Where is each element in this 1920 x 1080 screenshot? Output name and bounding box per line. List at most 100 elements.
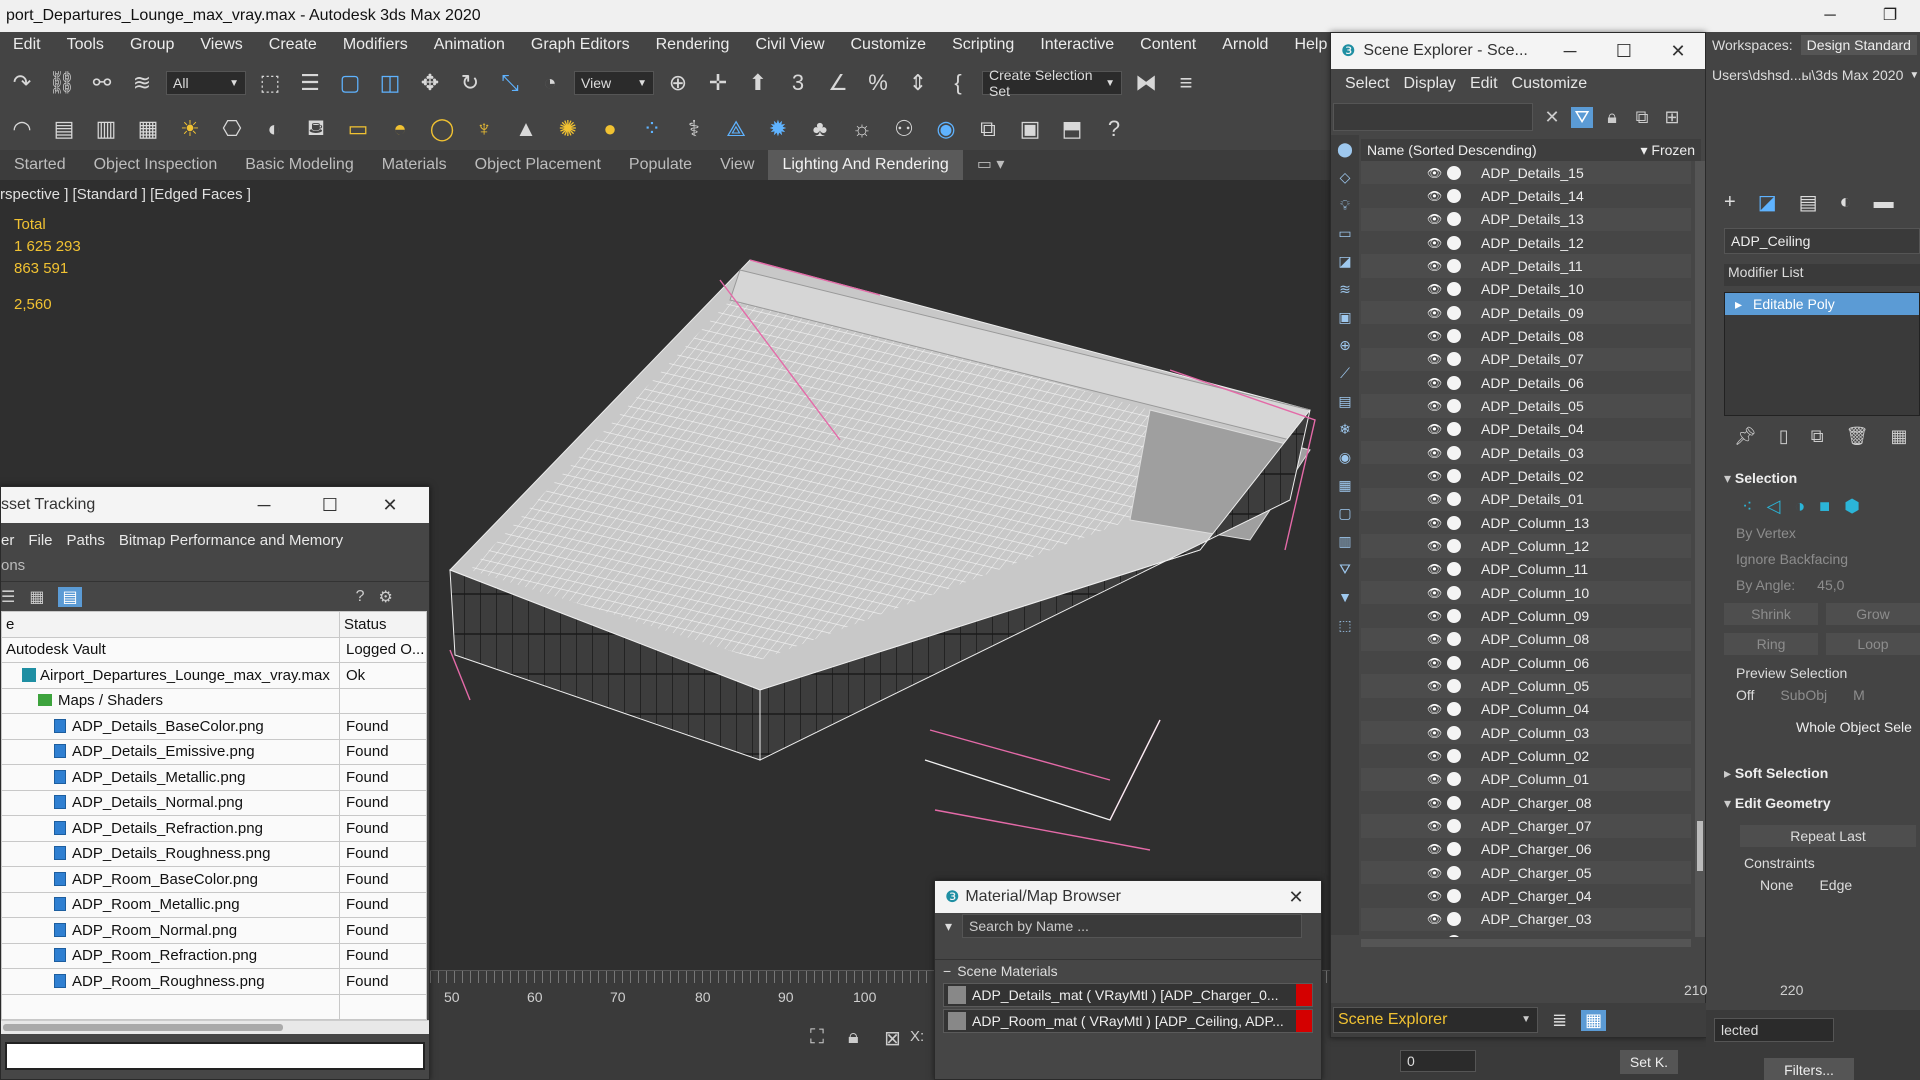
visibility-eye-icon[interactable]: 👁︎ xyxy=(1427,189,1442,203)
visibility-eye-icon[interactable]: 👁︎ xyxy=(1427,912,1442,926)
isolate-icon[interactable]: ⛶ xyxy=(810,1026,824,1049)
close-icon[interactable]: ✕ xyxy=(1271,881,1321,913)
menu-tools[interactable]: Tools xyxy=(54,36,117,54)
soft-selection-rollout[interactable]: Soft Selection xyxy=(1724,765,1920,787)
layer-explorer-icon[interactable]: ≣ xyxy=(1552,1010,1567,1031)
column-name[interactable]: e xyxy=(1,611,340,638)
scene-object-row[interactable]: 👁︎ ADP_Column_06 xyxy=(1361,651,1691,674)
polygon-icon[interactable]: ■ xyxy=(1819,496,1830,517)
menu-scripting[interactable]: Scripting xyxy=(939,36,1027,54)
lock-icon[interactable]: 🔒︎ xyxy=(1601,107,1623,128)
scene-object-row[interactable]: 👁︎ ADP_Charger_06 xyxy=(1361,838,1691,861)
scene-horizontal-scrollbar[interactable] xyxy=(1361,939,1691,947)
scene-explorer-icon[interactable]: ▦ xyxy=(1581,1009,1607,1031)
ring-button[interactable]: Ring xyxy=(1724,633,1818,655)
visibility-eye-icon[interactable]: 👁︎ xyxy=(1427,539,1442,553)
scene-object-row[interactable]: 👁︎ ADP_Charger_04 xyxy=(1361,884,1691,907)
maximize-icon[interactable]: ☐ xyxy=(305,487,355,523)
pin-stack-icon[interactable]: 📌︎ xyxy=(1734,426,1757,454)
restore-button[interactable]: ❐ xyxy=(1860,0,1920,32)
visibility-eye-icon[interactable]: 👁︎ xyxy=(1427,679,1442,693)
ignore-backfacing-checkbox[interactable]: Ignore Backfacing xyxy=(1736,551,1920,569)
column-frozen[interactable]: ▾ Frozen xyxy=(1641,142,1696,159)
scene-object-row[interactable]: 👁︎ ADP_Column_09 xyxy=(1361,604,1691,627)
named-selection-set-dropdown[interactable]: Create Selection Set ▼ xyxy=(982,67,1122,99)
scene-materials-group[interactable]: − Scene Materials xyxy=(935,959,1321,981)
scene-object-row[interactable]: 👁︎ ADP_Column_04 xyxy=(1361,698,1691,721)
asset-row[interactable]: Airport_Departures_Lounge_max_vray.max Ok xyxy=(1,662,427,689)
menu-animation[interactable]: Animation xyxy=(421,36,518,54)
scene-object-row[interactable]: 👁︎ ADP_Column_03 xyxy=(1361,720,1691,745)
visibility-eye-icon[interactable]: 👁︎ xyxy=(1427,516,1442,530)
link-icon[interactable]: ⛓ xyxy=(46,67,78,99)
chevron-down-icon[interactable]: ▾ xyxy=(945,918,952,935)
asset-horizontal-scrollbar[interactable] xyxy=(1,1020,429,1034)
tab-materials[interactable]: Materials xyxy=(368,150,461,180)
selection-rollout[interactable]: Selection xyxy=(1724,470,1920,492)
render-setup-icon[interactable]: ▤ xyxy=(48,113,80,145)
sphere-light-icon[interactable]: ◯ xyxy=(426,113,458,145)
filters-button[interactable]: Filters... xyxy=(1764,1058,1854,1080)
display-tab-icon[interactable]: ▬ xyxy=(1874,191,1894,214)
filter-icon[interactable]: ⛛ xyxy=(1571,106,1593,128)
batch-render-icon[interactable]: ⬒ xyxy=(1056,113,1088,145)
asset-row[interactable]: ADP_Details_Metallic.png Found xyxy=(1,764,427,791)
minimize-icon[interactable]: ─ xyxy=(239,487,289,523)
preview-multi-radio[interactable]: M xyxy=(1853,687,1865,703)
scene-object-row[interactable]: 👁︎ ADP_Details_15 xyxy=(1361,161,1691,185)
stack-item-editable-poly[interactable]: Editable Poly xyxy=(1725,293,1919,315)
scene-object-row[interactable]: 👁︎ ADP_Charger_03 xyxy=(1361,907,1691,931)
display-lights-icon[interactable]: 💡︎ xyxy=(1331,191,1359,219)
constraint-none-radio[interactable]: None xyxy=(1760,877,1793,893)
menu-create[interactable]: Create xyxy=(256,36,330,54)
scene-object-row[interactable]: 👁︎ ADP_Details_03 xyxy=(1361,440,1691,465)
display-bones-icon[interactable]: ⟋ xyxy=(1331,359,1359,387)
table-view-icon[interactable]: ▦ xyxy=(29,587,44,607)
display-hidden-icon[interactable]: ◉ xyxy=(1331,443,1359,471)
scene-object-row[interactable]: 👁︎ ADP_Details_10 xyxy=(1361,278,1691,301)
asset-row[interactable]: Autodesk Vault Logged O... xyxy=(1,636,427,663)
material-item[interactable]: ADP_Room_mat ( VRayMtl ) [ADP_Ceiling, A… xyxy=(943,1009,1313,1033)
display-containers-icon[interactable]: ▤ xyxy=(1331,387,1359,415)
menu-file[interactable]: File xyxy=(28,532,52,549)
menu-rendering[interactable]: Rendering xyxy=(643,36,743,54)
vertex-icon[interactable]: ⁖ xyxy=(1742,496,1753,517)
asset-row[interactable]: Maps / Shaders xyxy=(1,687,427,714)
select-by-name-icon[interactable]: ☰ xyxy=(294,67,326,99)
scene-object-row[interactable]: 👁︎ ADP_Column_12 xyxy=(1361,534,1691,558)
scene-object-row[interactable]: 👁︎ ADP_Charger_05 xyxy=(1361,860,1691,885)
rect-selection-icon[interactable]: ▢ xyxy=(334,67,366,99)
visibility-eye-icon[interactable]: 👁︎ xyxy=(1427,656,1442,670)
scene-object-row[interactable]: 👁︎ ADP_Column_01 xyxy=(1361,767,1691,791)
vray-material-icon[interactable]: ⚇ xyxy=(888,113,920,145)
selection-filter-dropdown[interactable]: All ▼ xyxy=(166,71,246,95)
visibility-eye-icon[interactable]: 👁︎ xyxy=(1427,702,1442,716)
clear-icon[interactable]: ✕ xyxy=(1541,107,1563,128)
find-input[interactable] xyxy=(1333,103,1533,131)
asset-row[interactable]: ADP_Details_Normal.png Found xyxy=(1,789,427,816)
lock-icon[interactable]: 🔒︎ xyxy=(848,1026,859,1049)
constraint-edge-radio[interactable]: Edge xyxy=(1819,877,1852,893)
grass-icon[interactable]: ♣ xyxy=(804,113,836,145)
angle-snap-icon[interactable]: ∠ xyxy=(822,67,854,99)
visibility-eye-icon[interactable]: 👁︎ xyxy=(1427,352,1442,366)
scene-object-row[interactable]: 👁︎ ADP_Charger_07 xyxy=(1361,814,1691,838)
visibility-eye-icon[interactable]: 👁︎ xyxy=(1427,282,1442,296)
filter-selected-icon[interactable]: ▼ xyxy=(1331,583,1359,611)
loop-button[interactable]: Loop xyxy=(1826,633,1920,655)
visibility-eye-icon[interactable]: 👁︎ xyxy=(1427,236,1442,250)
menu-views[interactable]: Views xyxy=(187,36,255,54)
percent-snap-icon[interactable]: % xyxy=(862,67,894,99)
unlink-icon[interactable]: ⚯ xyxy=(86,67,118,99)
scene-object-row[interactable]: 👁︎ ADP_Details_08 xyxy=(1361,324,1691,347)
by-angle-checkbox[interactable]: By Angle: 45,0 xyxy=(1736,577,1920,595)
asset-row[interactable]: ADP_Details_BaseColor.png Found xyxy=(1,713,427,740)
light-lister-icon[interactable]: ☀ xyxy=(174,113,206,145)
curve-editor-icon[interactable]: ◠ xyxy=(6,113,38,145)
scene-explorer-titlebar[interactable]: ❸ Scene Explorer - Sce... ─ ☐ ✕ xyxy=(1331,33,1705,69)
keyboard-shortcut-icon[interactable]: ⬆ xyxy=(742,67,774,99)
scene-object-row[interactable]: 👁︎ ADP_Details_09 xyxy=(1361,300,1691,325)
edit-named-sel-icon[interactable]: { xyxy=(942,67,974,99)
display-groups-icon[interactable]: ▣ xyxy=(1331,303,1359,331)
workspace-dropdown[interactable]: Design Standard xyxy=(1800,35,1917,55)
